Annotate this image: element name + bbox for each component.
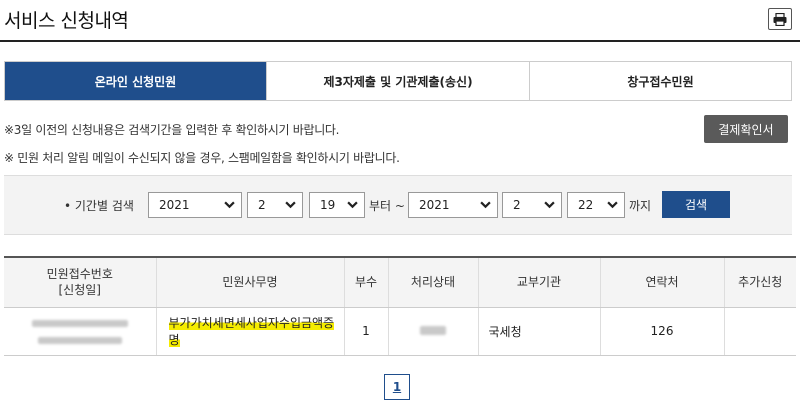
col-issuing-agency: 교부기관 <box>478 257 601 308</box>
page-title: 서비스 신청내역 <box>2 6 131 33</box>
from-month-select[interactable]: 2 <box>247 192 303 218</box>
table-header-row: 민원접수번호 [신청일] 민원사무명 부수 처리상태 교부기관 연락처 추가신청 <box>4 257 796 308</box>
to-suffix: 까지 <box>629 199 652 213</box>
search-button[interactable]: 검색 <box>662 191 730 218</box>
table-row: 부가가치세면세사업자수입금액증명 1 국세청 126 <box>4 307 796 356</box>
col-receipt-number: 민원접수번호 [신청일] <box>4 257 157 308</box>
to-month-value: 2 <box>513 198 521 212</box>
printer-icon <box>773 12 787 26</box>
chevron-down-icon <box>544 201 555 209</box>
notice-spam-mail: ※ 민원 처리 알림 메일이 수신되지 않을 경우, 스팸메일함을 확인하시기 … <box>4 151 400 165</box>
additional-request-cell <box>724 307 796 356</box>
chevron-down-icon <box>347 201 358 209</box>
redacted-status <box>420 326 446 335</box>
from-suffix: 부터 ~ <box>369 199 405 213</box>
col-receipt-number-label: 민원접수번호 <box>46 267 113 282</box>
tab-counter-application[interactable]: 창구접수민원 <box>530 62 791 100</box>
page-title-text: 서비스 신청내역 <box>4 10 129 32</box>
period-search-label: • 기간별 검색 <box>64 199 134 213</box>
redacted-receipt-number <box>31 319 128 327</box>
chevron-down-icon <box>224 201 235 209</box>
notice-search-period: ※3일 이전의 신청내용은 검색기간을 입력한 후 확인하시기 바랍니다. <box>4 123 340 137</box>
tab-bar: 온라인 신청민원 제3자제출 및 기관제출(송신) 창구접수민원 <box>4 61 792 101</box>
payment-receipt-button[interactable]: 결제확인서 <box>704 115 788 143</box>
pagination-current-page[interactable]: 1 <box>384 374 410 400</box>
application-table: 민원접수번호 [신청일] 민원사무명 부수 처리상태 교부기관 연락처 추가신청… <box>4 256 796 356</box>
from-year-value: 2021 <box>159 198 190 212</box>
status-cell <box>388 307 479 356</box>
receipt-number-cell[interactable] <box>4 307 157 356</box>
to-day-value: 22 <box>578 198 594 212</box>
chevron-down-icon <box>607 201 618 209</box>
from-year-select[interactable]: 2021 <box>148 192 242 218</box>
col-status: 처리상태 <box>388 257 479 308</box>
affair-name-cell[interactable]: 부가가치세면세사업자수입금액증명 <box>156 307 345 356</box>
from-month-value: 2 <box>258 198 266 212</box>
col-application-date-label: [신청일] <box>58 283 101 298</box>
agency-cell: 국세청 <box>478 307 601 356</box>
print-button[interactable] <box>768 8 792 30</box>
chevron-down-icon <box>480 201 491 209</box>
col-additional-request: 추가신청 <box>724 257 796 308</box>
tab-online-application[interactable]: 온라인 신청민원 <box>5 62 267 100</box>
period-search-panel: • 기간별 검색 2021 2 19 부터 ~ 2021 2 22 까지 검색 <box>4 175 792 235</box>
col-contact: 연락처 <box>600 257 725 308</box>
redacted-application-date <box>37 336 122 344</box>
from-day-select[interactable]: 19 <box>309 192 365 218</box>
to-day-select[interactable]: 22 <box>567 192 625 218</box>
to-year-value: 2021 <box>419 198 450 212</box>
col-affair-name: 민원사무명 <box>156 257 345 308</box>
affair-name-text: 부가가치세면세사업자수입금액증명 <box>168 316 335 347</box>
to-month-select[interactable]: 2 <box>502 192 562 218</box>
contact-cell: 126 <box>600 307 725 356</box>
to-year-select[interactable]: 2021 <box>408 192 498 218</box>
from-day-value: 19 <box>320 198 336 212</box>
copies-cell: 1 <box>344 307 389 356</box>
chevron-down-icon <box>285 201 296 209</box>
col-copies: 부수 <box>344 257 389 308</box>
tab-third-party-submission[interactable]: 제3자제출 및 기관제출(송신) <box>267 62 530 100</box>
page-header: 서비스 신청내역 <box>0 0 800 42</box>
